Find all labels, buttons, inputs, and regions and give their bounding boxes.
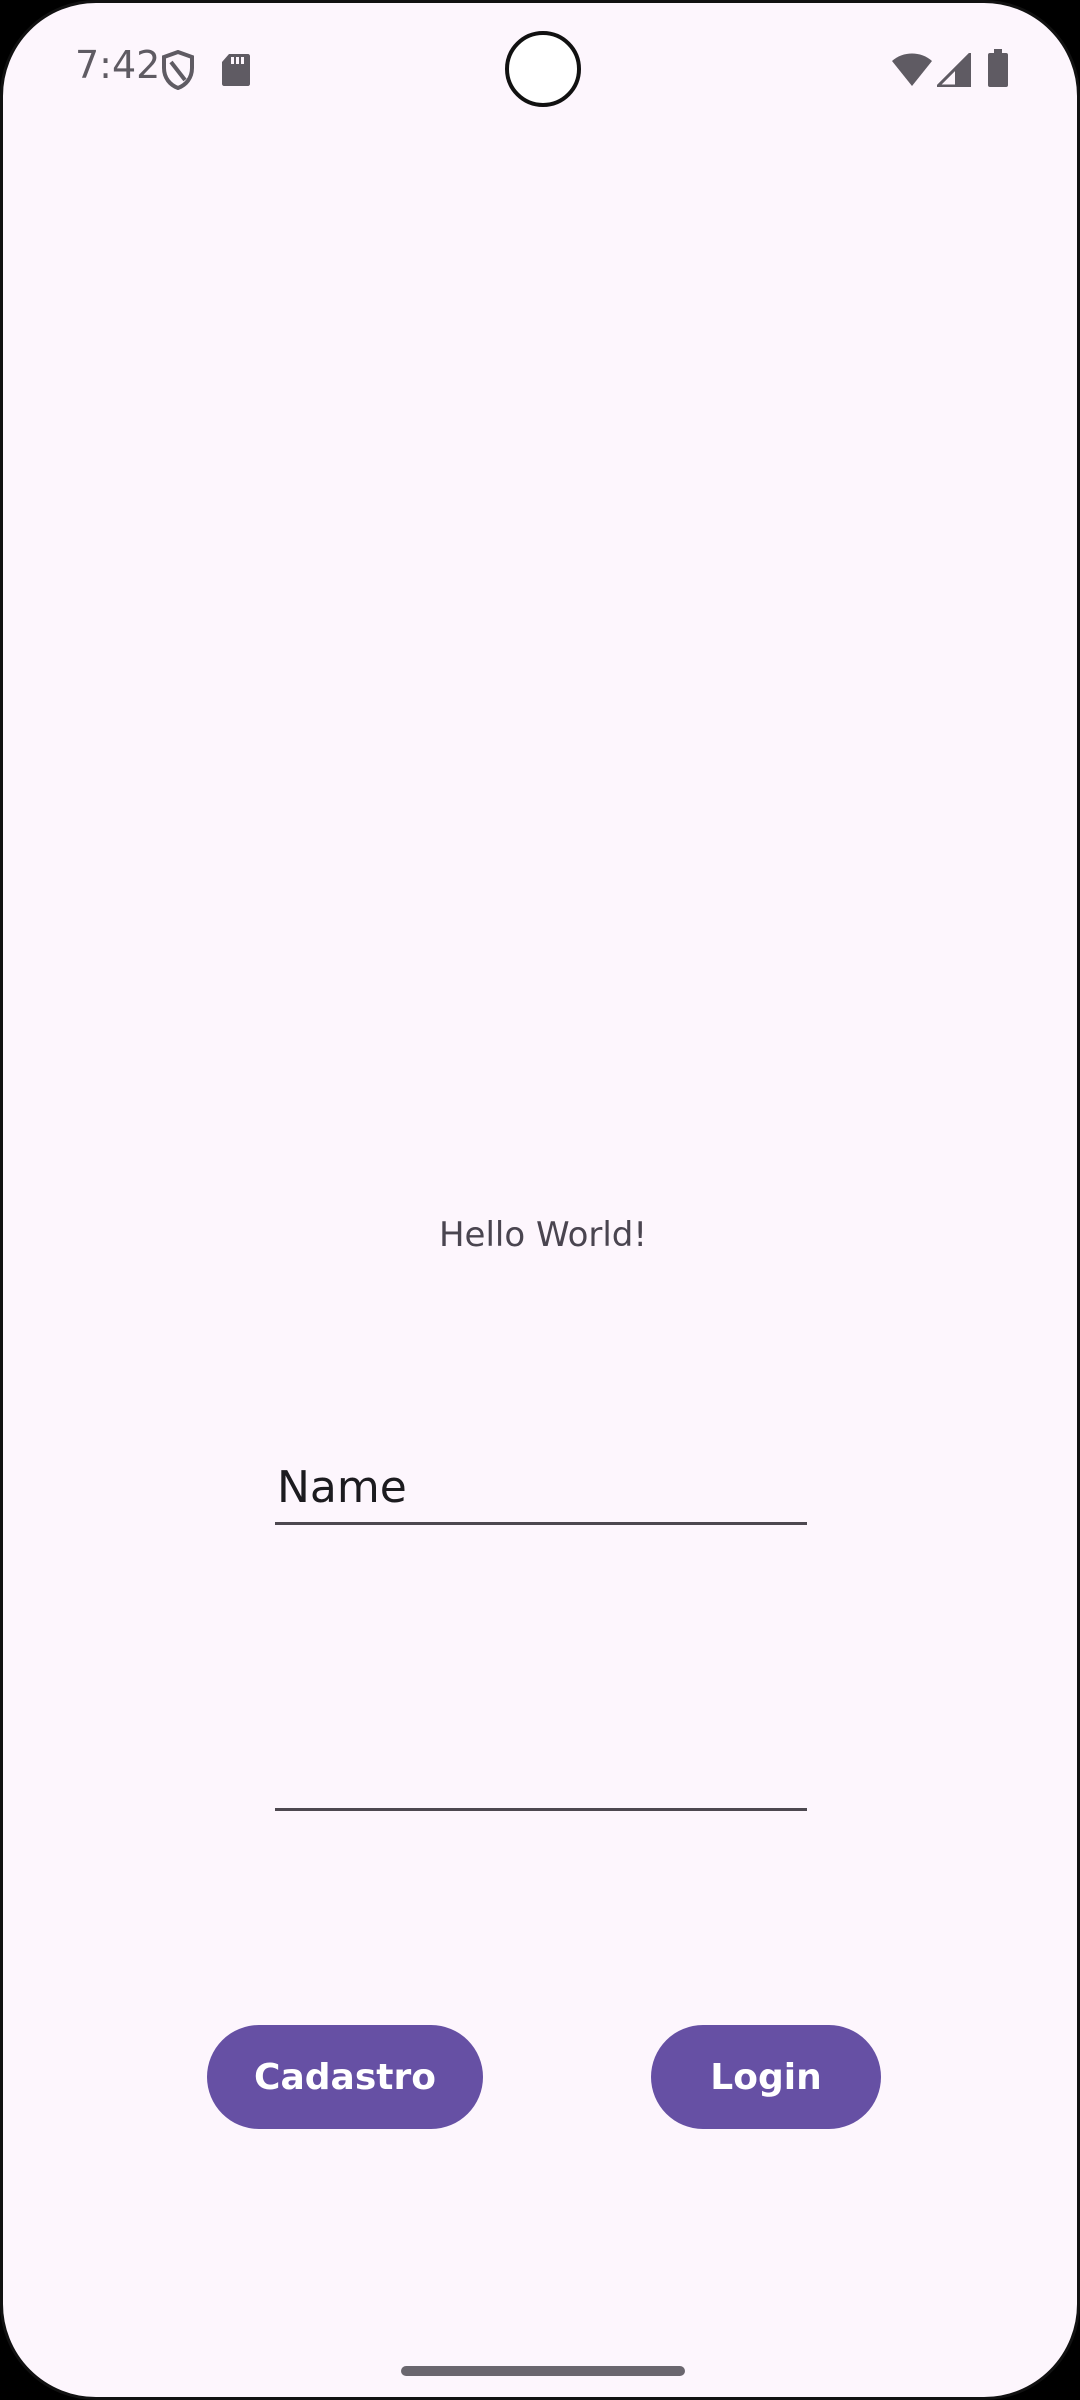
name-input[interactable] bbox=[275, 1453, 807, 1522]
battery-icon bbox=[988, 49, 1008, 87]
camera-cutout bbox=[505, 31, 581, 107]
status-bar: 7:42 bbox=[3, 3, 1077, 133]
login-button[interactable]: Login bbox=[651, 2025, 881, 2129]
phone-screen: 7:42 Hello World! Cadastro bbox=[0, 0, 1080, 2400]
wifi-icon bbox=[892, 53, 932, 86]
status-time: 7:42 bbox=[75, 43, 161, 87]
greeting-text: Hello World! bbox=[438, 1215, 648, 1255]
signal-icon bbox=[937, 53, 971, 87]
second-field[interactable] bbox=[275, 1743, 807, 1811]
cadastro-button[interactable]: Cadastro bbox=[207, 2025, 483, 2129]
home-indicator[interactable] bbox=[401, 2366, 685, 2376]
name-field[interactable] bbox=[275, 1453, 807, 1525]
sd-card-icon bbox=[222, 54, 250, 86]
shield-icon bbox=[162, 50, 194, 90]
second-input[interactable] bbox=[275, 1743, 807, 1808]
